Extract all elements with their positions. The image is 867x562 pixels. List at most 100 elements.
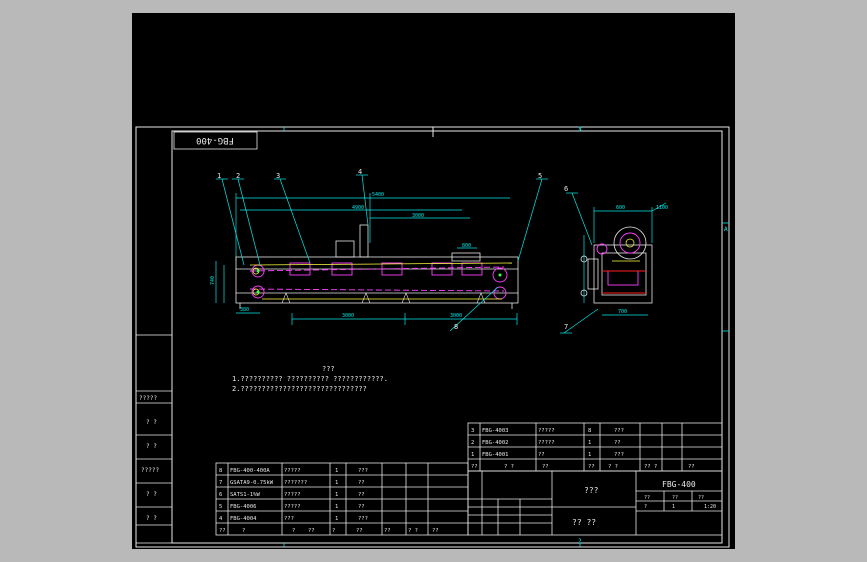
part-label-6: 6: [564, 185, 568, 193]
bom-row-code: FBG-4003: [482, 428, 509, 434]
part-label-8: 8: [454, 323, 458, 331]
bom-header-cell: ??: [384, 528, 391, 534]
side-cell: ? ?: [146, 491, 157, 498]
bom-row-code: GSATA9-0.75kW: [230, 480, 274, 486]
bom-header-cell: ??: [432, 528, 439, 534]
side-cell: ? ?: [146, 515, 157, 522]
bom-row-qty: 1: [335, 516, 338, 522]
bom-header-cell: ?: [242, 528, 245, 534]
bom-row-no: 3: [471, 428, 474, 434]
bom-header-cell: ? ?: [608, 464, 618, 470]
bom-header-cell: ??: [308, 528, 315, 534]
part-label-3: 3: [276, 172, 280, 180]
title-row-b: 1: [672, 504, 675, 510]
bom-row-no: 7: [219, 480, 222, 486]
bom-row-qty: 1: [335, 504, 338, 510]
side-cell: ?????: [141, 467, 159, 474]
scale: 1:20: [704, 504, 716, 510]
bom-row-code: FBG-4006: [230, 504, 257, 510]
bom-row-no: 6: [219, 492, 222, 498]
dim-top-overall: 5400: [372, 192, 384, 198]
bom-row-material: ???: [358, 516, 368, 522]
frame-mark: A: [724, 226, 728, 233]
side-cell: ?????: [139, 395, 157, 402]
bom-row-no: 2: [471, 440, 474, 446]
bom-row-name: ???: [284, 516, 294, 522]
bom-row-no: 1: [471, 452, 474, 458]
part-label-4: 4: [358, 168, 362, 176]
bom-row-code: FBG-4004: [230, 516, 257, 522]
title-row-a: ??: [644, 495, 650, 501]
bom-row-name: ??: [538, 452, 545, 458]
bom-row-name: ?????: [538, 440, 555, 446]
dim-bottom-2: 3000: [450, 313, 462, 319]
bom-row-material: ??: [358, 492, 365, 498]
part-label-1: 1: [217, 172, 221, 180]
bom-row-qty: 1: [335, 492, 338, 498]
bom-header-cell: ??: [542, 464, 549, 470]
bom-row-code: FBG-4001: [482, 452, 509, 458]
bom-header-cell: ??: [356, 528, 363, 534]
bom-header-cell: ??: [219, 528, 226, 534]
bom-row-name: ?????: [284, 492, 301, 498]
bom-row-name: ?????: [284, 504, 301, 510]
bom-header-cell: ??: [588, 464, 595, 470]
bom-row-name: ?????: [284, 468, 301, 474]
part-label-7: 7: [564, 323, 568, 331]
side-view: 600 700 1100 6 7: [560, 185, 668, 334]
bom-row-code: FBG-4002: [482, 440, 509, 446]
bom-row-material: ???: [614, 452, 624, 458]
dim-4: 800: [462, 243, 471, 249]
bom-row-qty: 1: [335, 480, 338, 486]
dim-2: 4900: [352, 205, 364, 211]
bom-row-material: ??: [358, 480, 365, 486]
cad-drawing: 3 2 A FBG-400 5400 4900 3000 800 3000 30…: [135, 126, 730, 548]
notes-title: ???: [322, 365, 335, 373]
bom-header-cell: ?? ?: [644, 464, 657, 470]
drawing-code: FBG-400: [662, 480, 696, 489]
title-row-a: ??: [698, 495, 704, 501]
bom-header-cell: ?: [292, 528, 295, 534]
bom-header-cell: ??: [471, 464, 478, 470]
title-block: ??? FBG-400 ?? ?? 1:20 ?? ?? ?? ? 1: [467, 470, 723, 536]
bom-left-table: 8 FBG-400-400A????? 1 ???7 GSATA9-0.75kW????…: [215, 462, 469, 536]
note-line-1: 1.?????????? ?????????? ????????????.: [232, 375, 388, 383]
bom-right-table: 3 FBG-4003????? 8 ??? 2 FBG-4002????? 1 ?? 1 FBG-…: [467, 422, 723, 472]
side-cell: ? ?: [146, 419, 157, 426]
title-row-b: ?: [644, 504, 647, 510]
bom-row-qty: 8: [588, 428, 591, 434]
side-dim-top: 600: [616, 205, 625, 211]
side-cell: ? ?: [146, 443, 157, 450]
title-name-cell: ???: [584, 486, 599, 495]
bom-header-cell: ? ?: [504, 464, 514, 470]
side-dim-bottom: 1100: [656, 205, 668, 211]
dim-left-small: 380: [240, 307, 249, 313]
dim-3: 3000: [412, 213, 424, 219]
dim-bottom: 3000: [342, 313, 354, 319]
bom-row-no: 4: [219, 516, 223, 522]
side-column: ????? ? ? ? ? ????? ? ? ? ?: [135, 334, 173, 544]
drawing-canvas: 3 2 A FBG-400 5400 4900 3000 800 3000 30…: [132, 13, 735, 549]
title-row-a: ??: [672, 495, 678, 501]
bom-row-qty: 1: [588, 440, 591, 446]
side-dim-width: 700: [618, 309, 627, 315]
bom-row-code: SATS1-1%W: [230, 492, 260, 498]
frame-mark: 2: [578, 538, 582, 545]
front-view: 5400 4900 3000 800 3000 3000 380 740 1 2…: [210, 168, 548, 332]
bom-row-material: ??: [614, 440, 621, 446]
bom-row-qty: 1: [588, 452, 591, 458]
code-box-text: FBG-400: [196, 135, 234, 145]
company-name: ?? ??: [572, 518, 596, 527]
bom-row-material: ??: [358, 504, 365, 510]
bom-header-cell: ? ?: [408, 528, 418, 534]
bom-row-name: ?????: [538, 428, 555, 434]
bom-row-qty: 1: [335, 468, 338, 474]
bom-header-cell: ??: [688, 464, 695, 470]
part-label-2: 2: [236, 172, 240, 180]
bom-row-name: ???????: [284, 480, 307, 486]
bom-row-no: 8: [219, 468, 222, 474]
bom-row-no: 5: [219, 504, 222, 510]
frame-mark: 3: [578, 126, 582, 133]
note-line-2: 2.??????????????????????????????: [232, 385, 367, 393]
part-label-5: 5: [538, 172, 542, 180]
